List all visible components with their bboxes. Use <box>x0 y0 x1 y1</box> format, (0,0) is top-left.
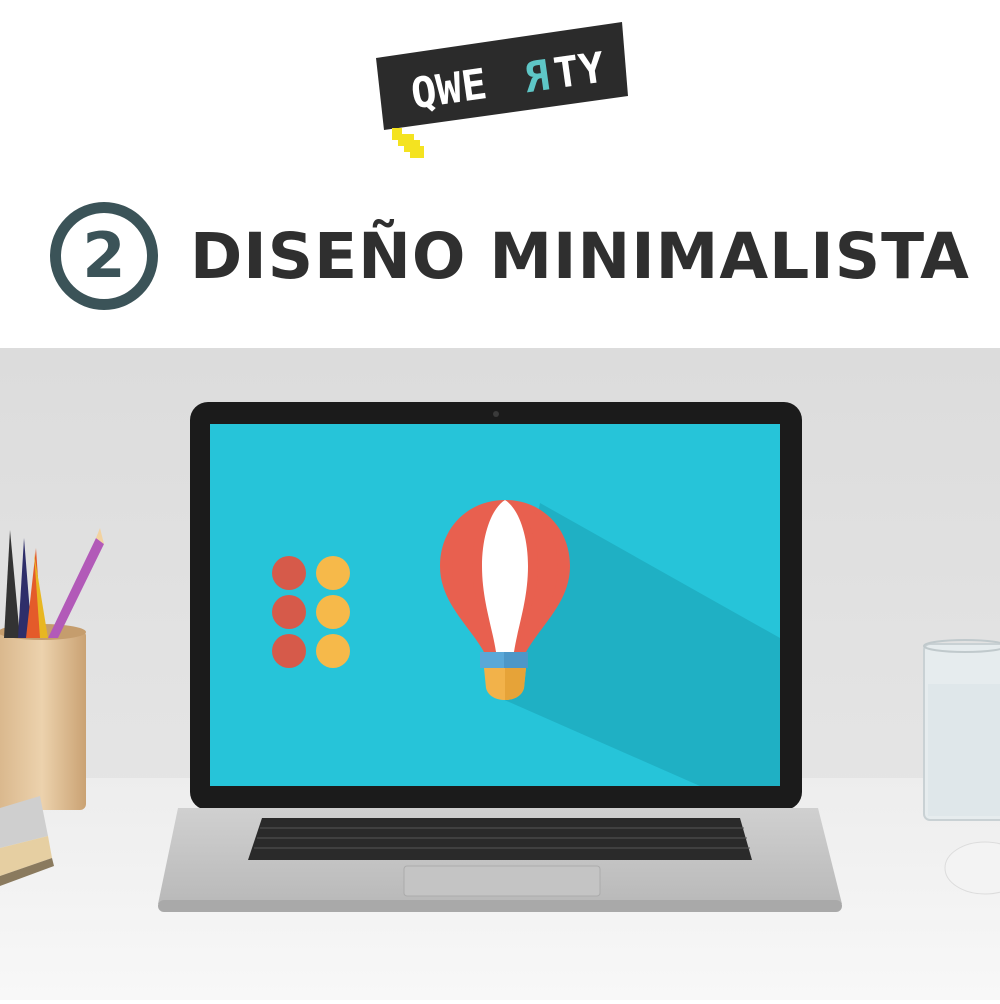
laptop-trackpad <box>403 865 601 897</box>
section-heading: 2 DISEÑO MINIMALISTA <box>50 196 970 316</box>
laptop-front-edge <box>158 900 842 912</box>
page-title: DISEÑO MINIMALISTA <box>190 219 970 293</box>
laptop <box>158 402 842 912</box>
step-number-badge: 2 <box>50 202 158 310</box>
laptop-keyboard <box>248 818 752 860</box>
water-glass <box>923 639 1000 821</box>
qwerty-logo: QWE R TY <box>370 18 640 168</box>
logo-badge-shape: QWE R TY <box>376 22 628 158</box>
laptop-desk-illustration <box>0 348 1000 1000</box>
step-number: 2 <box>82 219 126 292</box>
webcam-icon <box>493 411 499 417</box>
laptop-desk-photo <box>0 348 1000 1000</box>
header: QWE R TY 2 DISEÑO MINIMALISTA <box>0 0 1000 348</box>
logo-text-suffix: TY <box>551 43 609 99</box>
logo-text-prefix: QWE <box>408 59 490 118</box>
